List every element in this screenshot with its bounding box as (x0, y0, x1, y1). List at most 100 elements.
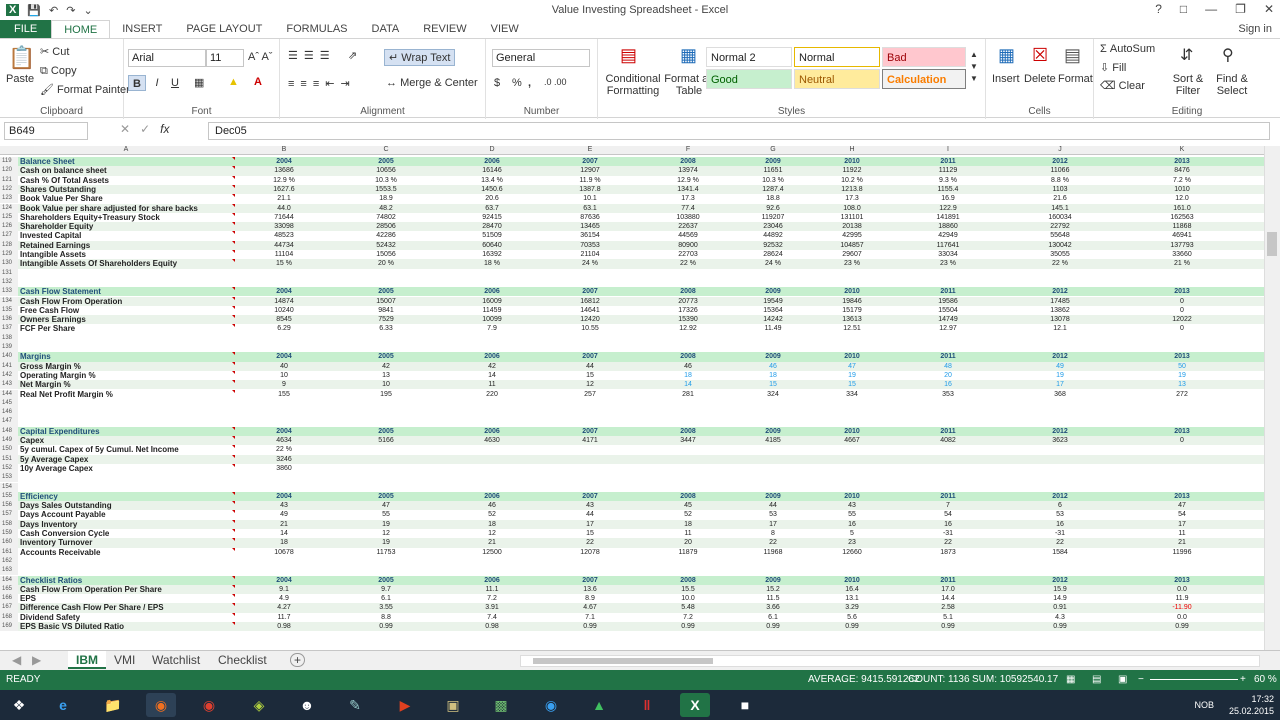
cell-value[interactable]: 22792 (1025, 222, 1095, 231)
row-label[interactable]: Gross Margin % (20, 362, 81, 371)
row-number[interactable]: 167 (0, 603, 18, 613)
cell-value[interactable]: 24 % (738, 259, 808, 268)
cell-value[interactable]: 4.67 (555, 603, 625, 612)
cell-value[interactable]: 18860 (913, 222, 983, 231)
cell-value[interactable]: 10656 (351, 166, 421, 175)
cell-value[interactable]: 104857 (817, 241, 887, 250)
cell-value[interactable]: 36154 (555, 231, 625, 240)
zoom-out-icon[interactable]: − (1138, 670, 1144, 690)
row-label[interactable]: Margins (20, 352, 51, 361)
cell-value[interactable]: 28624 (738, 250, 808, 259)
cell-value[interactable]: 55 (351, 510, 421, 519)
borders-icon[interactable]: ▦ (194, 76, 204, 89)
cell-value[interactable]: 12 (555, 380, 625, 389)
table-row[interactable]: 131 (0, 268, 1264, 278)
table-row[interactable]: 123 Book Value Per Share 21.1 18.9 20.6 10.1 1… (0, 194, 1264, 204)
cell-value[interactable]: 0.99 (351, 622, 421, 631)
cell-value[interactable]: 55648 (1025, 231, 1095, 240)
cell-value[interactable]: 16 (913, 520, 983, 529)
tab-home[interactable]: HOME (51, 20, 111, 38)
row-number[interactable]: 139 (0, 343, 18, 353)
cell-value[interactable]: 16.9 (913, 194, 983, 203)
cell-value[interactable]: 20138 (817, 222, 887, 231)
fill-button[interactable]: ⇩ Fill (1100, 61, 1126, 74)
row-number[interactable]: 125 (0, 212, 18, 223)
cell-value[interactable]: 17 (555, 520, 625, 529)
cell-value[interactable]: 15 (738, 380, 808, 389)
row-label[interactable]: Dividend Safety (20, 613, 80, 622)
table-row[interactable]: 140 Margins 2004 2005 2006 2007 2008 2009 2010 20… (0, 352, 1264, 362)
cell-value[interactable]: 33034 (913, 250, 983, 259)
column-header-b[interactable]: B (278, 146, 290, 153)
horizontal-align-icons[interactable]: ≡≡≡⇤⇥ (288, 77, 356, 90)
wrap-text-button[interactable]: ↵ Wrap Text (384, 49, 456, 66)
sort-filter-button[interactable]: Sort & Filter (1168, 73, 1208, 97)
row-label[interactable]: 5y cumul. Capex of 5y Cumul. Net Income (20, 445, 179, 454)
cell-value[interactable]: 5 (817, 529, 887, 538)
cell-value[interactable]: 16.4 (817, 585, 887, 594)
cell-value[interactable]: 281 (653, 390, 723, 399)
cell-value[interactable]: 2011 (913, 427, 983, 436)
table-row[interactable]: 127 Invested Capital 48523 42286 51509 36154 4… (0, 231, 1264, 241)
table-row[interactable]: 164 Checklist Ratios 2004 2005 2006 2007 2008 2… (0, 575, 1264, 585)
table-row[interactable]: 124 Book Value per share adjusted for sha… (0, 203, 1264, 213)
cell-value[interactable]: 2010 (817, 427, 887, 436)
cell-value[interactable]: 2005 (351, 427, 421, 436)
row-number[interactable]: 166 (0, 594, 18, 604)
cell-value[interactable]: 63.7 (457, 204, 527, 213)
row-number[interactable]: 161 (0, 547, 18, 557)
cell-value[interactable]: 16146 (457, 166, 527, 175)
cell-value[interactable]: 11 (1147, 529, 1217, 538)
cut-button[interactable]: ✂ Cut (40, 45, 69, 58)
font-size-select[interactable]: 11 (206, 49, 244, 67)
cell-value[interactable]: 23046 (738, 222, 808, 231)
cell-value[interactable]: 15.2 (738, 585, 808, 594)
cell-value[interactable]: 22 % (1025, 259, 1095, 268)
table-row[interactable]: 160 Inventory Turnover 18 19 21 22 20 22 23 22 22 2… (0, 538, 1264, 548)
underline-button[interactable]: U (166, 75, 184, 91)
cell-value[interactable]: 2004 (249, 427, 319, 436)
cell-value[interactable]: 21.1 (249, 194, 319, 203)
cell-value[interactable]: 74802 (351, 213, 421, 222)
cell-value[interactable]: 1387.8 (555, 185, 625, 194)
cell-value[interactable]: 16 (1025, 520, 1095, 529)
column-header-j[interactable]: J (1054, 146, 1066, 153)
cell-value[interactable]: 2006 (457, 427, 527, 436)
cell-value[interactable]: 54 (913, 510, 983, 519)
undo-icon[interactable]: ↶ (49, 4, 58, 17)
cell-value[interactable]: 1010 (1147, 185, 1217, 194)
find-select-button[interactable]: Find & Select (1210, 73, 1254, 97)
cell-value[interactable]: 10099 (457, 315, 527, 324)
table-row[interactable]: 161 Accounts Receivable 10678 11753 12500 120… (0, 547, 1264, 557)
cell-value[interactable]: 2011 (913, 492, 983, 501)
table-row[interactable]: 135 Free Cash Flow 10240 9841 11459 14641 1732… (0, 305, 1264, 316)
cell-value[interactable]: 1627.6 (249, 185, 319, 194)
cell-value[interactable]: 18 (738, 371, 808, 380)
table-row[interactable]: 139 (0, 343, 1264, 353)
cell-value[interactable]: 40 (249, 362, 319, 371)
cell-value[interactable]: 11968 (738, 548, 808, 557)
cell-value[interactable]: 11.7 (249, 613, 319, 622)
cell-value[interactable]: 21.6 (1025, 194, 1095, 203)
cell-value[interactable]: 9841 (351, 306, 421, 315)
merge-center-button[interactable]: ↔ Merge & Center (386, 77, 478, 89)
cell-value[interactable]: 11651 (738, 166, 808, 175)
cell-value[interactable]: 20 % (351, 259, 421, 268)
row-number[interactable]: 147 (0, 417, 18, 427)
new-sheet-icon[interactable]: + (290, 653, 306, 667)
cell-value[interactable]: 2009 (738, 492, 808, 501)
cell-value[interactable]: 19846 (817, 297, 887, 306)
cell-value[interactable]: 10 (249, 371, 319, 380)
cell-value[interactable]: 17.3 (653, 194, 723, 203)
percent-button[interactable]: % (512, 77, 522, 89)
cell-value[interactable]: 1155.4 (913, 185, 983, 194)
cell-value[interactable]: 47 (351, 501, 421, 510)
table-row[interactable]: 143 Net Margin % 9 10 11 12 14 15 15 16 17 13 (0, 380, 1264, 390)
cell-value[interactable]: 4185 (738, 436, 808, 445)
cell-value[interactable]: 15504 (913, 306, 983, 315)
clock-time[interactable]: 17:32 (1229, 693, 1274, 705)
table-row[interactable]: 137 FCF Per Share 6.29 6.33 7.9 10.55 12.92 11.… (0, 324, 1264, 334)
insert-function-icon[interactable]: fx (160, 122, 169, 136)
row-label[interactable]: Invested Capital (20, 231, 81, 240)
cell-value[interactable]: 2010 (817, 576, 887, 585)
